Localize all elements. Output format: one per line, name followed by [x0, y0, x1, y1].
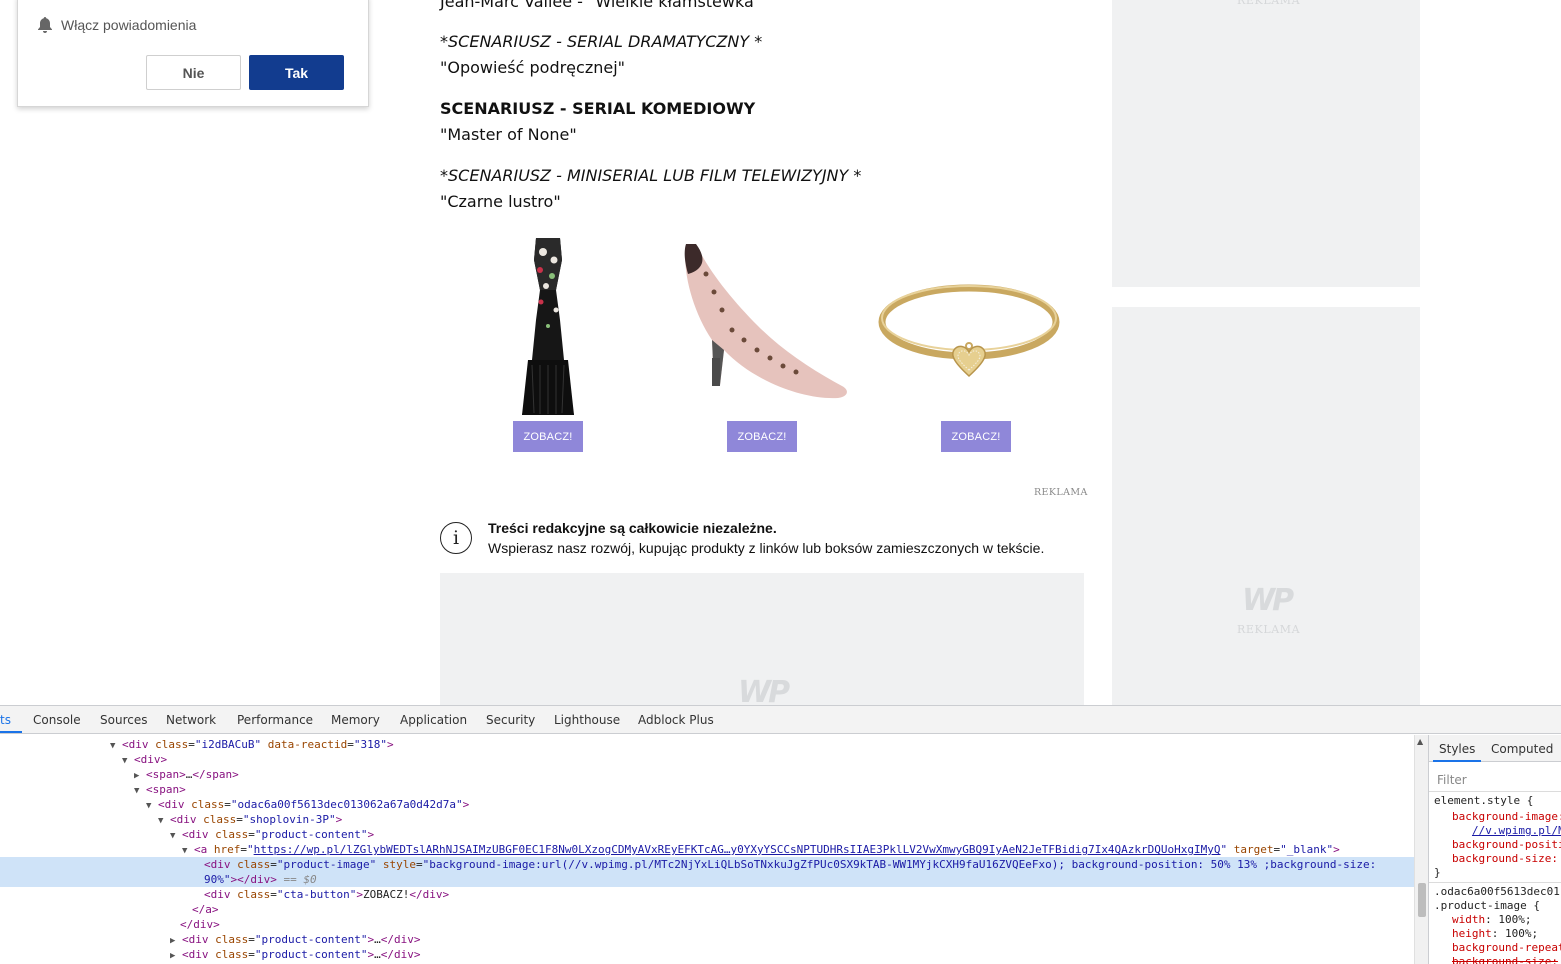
dom-node[interactable]: ▼ <div> — [0, 752, 1414, 767]
product-card[interactable]: ZOBACZ! — [662, 230, 862, 460]
winner-title: "Opowieść podręcznej" — [440, 58, 625, 77]
css-property[interactable]: background-positi — [1452, 838, 1561, 852]
see-product-button[interactable]: ZOBACZ! — [727, 421, 797, 452]
css-brace: } — [1434, 866, 1441, 879]
tab-application[interactable]: Application — [400, 706, 467, 733]
category-heading: *SCENARIUSZ - SERIAL DRAMATYCZNY * — [440, 32, 763, 51]
css-property[interactable]: background-repeat — [1452, 941, 1561, 955]
dom-node[interactable]: ▶ <span>…</span> — [0, 767, 1414, 782]
tab-sources[interactable]: Sources — [100, 706, 147, 733]
dom-node[interactable]: ▼ <div class="i2dBACuB" data-reactid="318… — [0, 737, 1414, 752]
ad-placeholder[interactable]: WP REKLAMA — [1112, 307, 1420, 705]
dom-node[interactable]: ▶ <div class="product-content">…</div> — [0, 932, 1414, 947]
active-tab-indicator — [0, 731, 22, 733]
css-property[interactable]: background-size: — [1452, 852, 1558, 866]
dom-node[interactable]: ▼ <a href="https://wp.pl/lZGlybWEDTslARhN… — [0, 842, 1414, 857]
styles-tab-bar: Styles Computed — [1429, 735, 1561, 762]
dom-node[interactable]: ▼ <div class="product-content"> — [0, 827, 1414, 842]
category-heading: *SCENARIUSZ - MINISERIAL LUB FILM TELEWI… — [440, 166, 862, 185]
web-page: Jean-Marc Vallée - "Wielkie kłamstewka" … — [0, 0, 1561, 705]
dom-node-selected[interactable]: <div class="product-image" style="backgr… — [0, 857, 1414, 887]
tab-memory[interactable]: Memory — [331, 706, 380, 733]
ad-label: REKLAMA — [1237, 623, 1301, 636]
see-product-button[interactable]: ZOBACZ! — [941, 421, 1011, 452]
active-tab-indicator — [1433, 760, 1481, 762]
see-product-button[interactable]: ZOBACZ! — [513, 421, 583, 452]
winner-title: "Master of None" — [440, 125, 577, 144]
scrollbar-thumb[interactable] — [1418, 883, 1426, 917]
tab-styles[interactable]: Styles — [1439, 742, 1475, 756]
divider — [1429, 791, 1561, 792]
css-selector: .odac6a00f5613dec01 — [1434, 885, 1560, 898]
decline-button[interactable]: Nie — [146, 55, 241, 90]
tab-computed[interactable]: Computed — [1491, 742, 1553, 756]
product-card[interactable]: ZOBACZ! — [876, 230, 1076, 460]
styles-pane: Styles Computed Filter element.style { b… — [1428, 735, 1561, 964]
wp-logo: WP — [738, 675, 790, 705]
disclaimer-text: Wspierasz nasz rozwój, kupując produkty … — [488, 540, 1045, 556]
dom-node[interactable]: ▶ <div class="product-content">…</div> — [0, 947, 1414, 962]
tab-network[interactable]: Network — [166, 706, 216, 733]
dom-node[interactable]: ▼ <div class="odac6a00f5613dec013062a67a0… — [0, 797, 1414, 812]
css-declaration[interactable]: width: 100%; — [1452, 913, 1532, 927]
tab-security[interactable]: Security — [486, 706, 535, 733]
winner-title: "Czarne lustro" — [440, 192, 561, 211]
href-link[interactable]: https://wp.pl/lZGlybWEDTslARhNJSAIMzUBGF… — [254, 843, 1221, 856]
tab-lighthouse[interactable]: Lighthouse — [554, 706, 620, 733]
category-heading: SCENARIUSZ - SERIAL KOMEDIOWY — [440, 99, 756, 118]
bell-icon — [38, 17, 52, 33]
dom-node[interactable]: ▼ <span> — [0, 782, 1414, 797]
tab-adblock-plus[interactable]: Adblock Plus — [638, 706, 714, 733]
editorial-disclaimer: i Treści redakcyjne są całkowicie niezal… — [440, 520, 1090, 560]
divider — [1429, 882, 1561, 883]
ad-placeholder[interactable]: WP — [440, 573, 1084, 705]
heart-bracelet-image[interactable] — [876, 230, 1076, 420]
accept-button[interactable]: Tak — [249, 55, 344, 90]
dress-image[interactable] — [448, 230, 648, 420]
notification-text: Włącz powiadomienia — [61, 17, 197, 33]
tab-elements[interactable]: ts — [0, 706, 11, 733]
ad-label: REKLAMA — [1237, 0, 1301, 7]
product-carousel: ZOBACZ! ZOBACZ! ZOBACZ! — [440, 230, 1084, 460]
wp-logo: WP — [1242, 583, 1294, 618]
tab-console[interactable]: Console — [33, 706, 81, 733]
css-url-link[interactable]: //v.wpimg.pl/M — [1472, 824, 1561, 838]
styles-filter-input[interactable]: Filter — [1437, 773, 1467, 787]
css-declaration[interactable]: height: 100%; — [1452, 927, 1538, 941]
notification-prompt: Włącz powiadomienia Nie Tak — [17, 0, 369, 107]
ad-placeholder[interactable]: REKLAMA — [1112, 0, 1420, 287]
dom-node[interactable]: <div class="cta-button">ZOBACZ!</div> — [0, 887, 1414, 902]
dom-node[interactable]: </div> — [0, 917, 1414, 932]
css-property[interactable]: background-image: — [1452, 810, 1561, 824]
tab-performance[interactable]: Performance — [237, 706, 313, 733]
dom-node[interactable]: </a> — [0, 902, 1414, 917]
product-card[interactable]: ZOBACZ! — [448, 230, 648, 460]
dom-node[interactable]: ▼ <div class="shoplovin-3P"> — [0, 812, 1414, 827]
previous-winner-line: Jean-Marc Vallée - "Wielkie kłamstewka" — [440, 0, 762, 11]
scroll-up-arrow-icon[interactable]: ▲ — [1417, 737, 1423, 746]
dom-scrollbar[interactable]: ▲ — [1414, 735, 1428, 964]
css-selector: .product-image { — [1434, 899, 1540, 912]
ad-label: REKLAMA — [1034, 487, 1088, 498]
devtools-panel: ts Console Sources Network Performance M… — [0, 705, 1561, 964]
devtools-tab-bar: ts Console Sources Network Performance M… — [0, 706, 1561, 734]
dom-tree: ▼ <div class="i2dBACuB" data-reactid="318… — [0, 735, 1414, 964]
css-property-overridden[interactable]: background-size: — [1452, 955, 1558, 964]
disclaimer-title: Treści redakcyjne są całkowicie niezależ… — [488, 520, 777, 536]
collapsed-triangle-icon[interactable]: ▶ — [170, 949, 182, 964]
high-heel-shoe-image[interactable] — [662, 230, 862, 420]
css-selector: element.style { — [1434, 794, 1534, 807]
info-icon: i — [440, 522, 472, 554]
